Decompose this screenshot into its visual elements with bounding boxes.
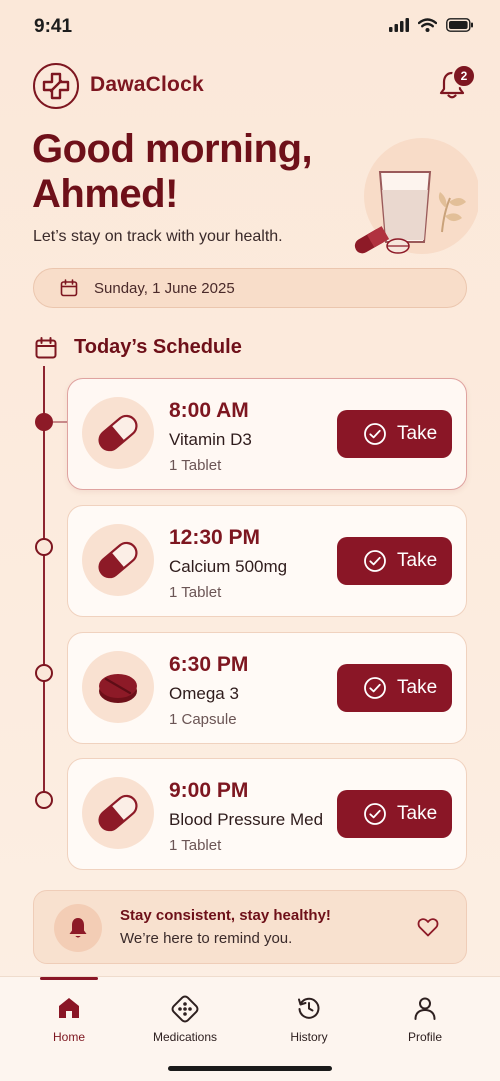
- greeting-subtitle: Let’s stay on track with your health.: [33, 228, 283, 245]
- medication-card[interactable]: 12:30 PM Calcium 500mg 1 Tablet Take: [67, 505, 467, 617]
- medication-time: 9:00 PM: [169, 779, 249, 802]
- take-button[interactable]: Take: [337, 537, 452, 585]
- nav-item-medications[interactable]: Medications: [135, 995, 235, 1044]
- heart-icon[interactable]: [416, 915, 440, 939]
- medication-icon-bg: [82, 397, 154, 469]
- app-brand-name: DawaClock: [90, 73, 204, 96]
- medication-icon-bg: [82, 524, 154, 596]
- medical-cross-icon: [42, 72, 70, 100]
- medication-name: Omega 3: [169, 684, 239, 703]
- medication-card[interactable]: 8:00 AM Vitamin D3 1 Tablet Take: [67, 378, 467, 490]
- medication-dose: 1 Tablet: [169, 457, 222, 474]
- medication-time: 12:30 PM: [169, 526, 261, 549]
- status-icons: [389, 18, 474, 32]
- bell-icon: [69, 918, 87, 938]
- capsule-icon: [98, 414, 138, 452]
- home-icon: [59, 998, 79, 1018]
- timeline-dot: [35, 791, 53, 809]
- tip-title: Stay consistent, stay healthy!: [120, 907, 331, 924]
- active-tab-indicator: [40, 977, 98, 980]
- take-button-label: Take: [397, 550, 438, 571]
- medication-card[interactable]: 9:00 PM Blood Pressure Med 1 Tablet Take: [67, 758, 467, 870]
- check-circle-icon: [364, 677, 386, 699]
- signal-icon: [389, 18, 409, 32]
- timeline-dot: [35, 538, 53, 556]
- take-button-label: Take: [397, 423, 438, 444]
- nav-item-profile[interactable]: Profile: [375, 995, 475, 1044]
- medication-icon-bg: [82, 777, 154, 849]
- status-time: 9:41: [34, 16, 73, 37]
- nav-item-history[interactable]: History: [259, 995, 359, 1044]
- timeline-dot: [35, 664, 53, 682]
- date-label: Sunday, 1 June 2025: [94, 279, 235, 297]
- profile-icon: [414, 997, 436, 1020]
- check-circle-icon: [364, 423, 386, 445]
- timeline-connector: [53, 421, 68, 423]
- nav-label: History: [290, 1030, 328, 1044]
- tip-bell-icon-bg: [54, 904, 102, 952]
- tip-text: We’re here to remind you.: [120, 930, 293, 947]
- medication-name: Calcium 500mg: [169, 557, 288, 576]
- reminder-tip-card: Stay consistent, stay healthy! We’re her…: [33, 890, 467, 964]
- medication-icon-bg: [82, 651, 154, 723]
- medication-dose: 1 Tablet: [169, 584, 222, 601]
- history-icon: [298, 997, 320, 1019]
- medication-dose: 1 Capsule: [169, 711, 237, 728]
- timeline-line: [43, 366, 45, 802]
- capsule-icon: [98, 794, 138, 832]
- medication-name: Vitamin D3: [169, 430, 252, 449]
- take-button-label: Take: [397, 677, 438, 698]
- take-button-label: Take: [397, 803, 438, 824]
- nav-label: Home: [52, 1030, 85, 1044]
- battery-icon: [446, 18, 473, 32]
- water-and-pills-illustration: [354, 138, 478, 254]
- pills-icon: [171, 995, 199, 1023]
- nav-item-home[interactable]: Home: [19, 995, 119, 1044]
- notification-badge: 2: [452, 64, 476, 88]
- wifi-icon: [418, 18, 437, 32]
- nav-label: Medications: [152, 1030, 218, 1044]
- greeting-title: Good morning, Ahmed!: [32, 127, 313, 216]
- check-circle-icon: [364, 550, 386, 572]
- timeline-dot-active: [35, 413, 53, 431]
- medication-name: Blood Pressure Med: [169, 810, 324, 829]
- capsule-icon: [98, 541, 138, 579]
- date-selector[interactable]: Sunday, 1 June 2025: [33, 268, 467, 308]
- tablet-icon: [99, 674, 137, 703]
- schedule-title: Today’s Schedule: [74, 336, 242, 358]
- home-indicator: [168, 1066, 332, 1071]
- take-button[interactable]: Take: [337, 664, 452, 712]
- medication-time: 6:30 PM: [169, 653, 249, 676]
- take-button[interactable]: Take: [337, 410, 452, 458]
- app-logo: [33, 63, 79, 109]
- calendar-icon: [35, 336, 57, 358]
- medication-dose: 1 Tablet: [169, 837, 222, 854]
- schedule-header: Today’s Schedule: [35, 336, 242, 359]
- status-bar: 9:41: [0, 0, 500, 54]
- nav-label: Profile: [407, 1030, 442, 1044]
- medication-time: 8:00 AM: [169, 399, 249, 422]
- check-circle-icon: [364, 803, 386, 825]
- calendar-icon: [60, 279, 78, 297]
- medication-card[interactable]: 6:30 PM Omega 3 1 Capsule Take: [67, 632, 467, 744]
- app-screen: 9:41 DawaClock 2 Good morning, Ahmed! Le…: [0, 0, 500, 1081]
- take-button[interactable]: Take: [337, 790, 452, 838]
